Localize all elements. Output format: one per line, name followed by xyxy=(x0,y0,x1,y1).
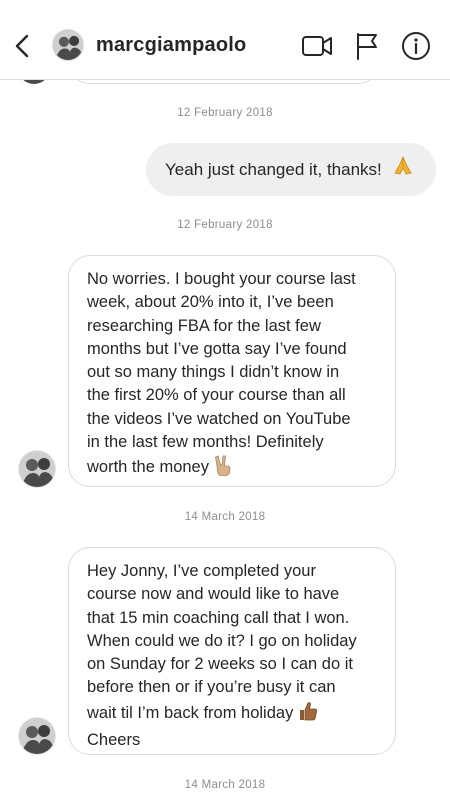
message-line: When could we do it? I go on holiday xyxy=(87,631,357,650)
message-line: out so many things I didn’t know in xyxy=(87,363,340,382)
thumbs-up-emoji-icon xyxy=(297,700,319,729)
message-line: course now and would like to have xyxy=(87,585,340,604)
video-camera-icon xyxy=(302,36,332,56)
timestamp: 14 March 2018 xyxy=(184,779,266,791)
message-line: worth the money xyxy=(87,458,209,477)
timestamp: 14 March 2018 xyxy=(184,511,266,523)
flag-icon xyxy=(357,33,377,60)
conversation-info-button[interactable] xyxy=(400,30,432,62)
timestamp: 12 February 2018 xyxy=(177,107,273,119)
message-line: wait til I’m back from holiday xyxy=(87,703,294,722)
outgoing-message-bubble[interactable]: Yeah just changed it, thanks! xyxy=(146,143,436,196)
timestamp: 12 February 2018 xyxy=(177,219,273,231)
video-call-button[interactable] xyxy=(301,30,333,62)
back-button[interactable] xyxy=(10,30,36,62)
message-line: the videos I’ve watched on YouTube xyxy=(87,409,351,428)
message-line: that 15 min coaching call that I won. xyxy=(87,608,350,627)
incoming-message-bubble[interactable]: No worries. I bought your course last we… xyxy=(68,255,396,487)
message-line: before then or if you’re busy it can xyxy=(87,678,336,697)
message-line: months but I’ve gotta say I’ve found xyxy=(87,339,347,358)
message-thread: 12 February 2018 Yeah just changed it, t… xyxy=(0,0,450,808)
message-line: Hey Jonny, I’ve completed your xyxy=(87,562,316,580)
message-text: Yeah just changed it, thanks! xyxy=(165,160,382,179)
incoming-message-bubble[interactable]: Hey Jonny, I’ve completed your course no… xyxy=(68,547,396,755)
message-line: No worries. I bought your course last xyxy=(87,270,356,288)
chat-header: marcgiampaolo xyxy=(0,0,450,80)
avatar[interactable] xyxy=(18,717,56,755)
folded-hands-emoji-icon xyxy=(392,144,414,197)
chevron-left-icon xyxy=(15,34,29,58)
avatar[interactable] xyxy=(18,450,56,488)
report-button[interactable] xyxy=(351,30,383,62)
header-avatar[interactable] xyxy=(52,29,84,61)
header-username[interactable]: marcgiampaolo xyxy=(96,34,246,57)
message-line-with-emoji: wait til I’m back from holiday xyxy=(87,700,379,729)
message-line: Cheers xyxy=(87,731,141,750)
message-line: the first 20% of your course than all xyxy=(87,386,346,405)
message-line: researching FBA for the last few xyxy=(87,316,321,335)
message-line-last: worth the money xyxy=(87,454,379,483)
victory-hand-emoji-icon xyxy=(213,454,233,483)
message-line: week, about 20% into it, I’ve been xyxy=(87,293,334,312)
message-line: on Sunday for 2 weeks so I can do it xyxy=(87,655,353,674)
message-line: in the last few months! Definitely xyxy=(87,433,324,452)
info-icon xyxy=(402,32,430,60)
